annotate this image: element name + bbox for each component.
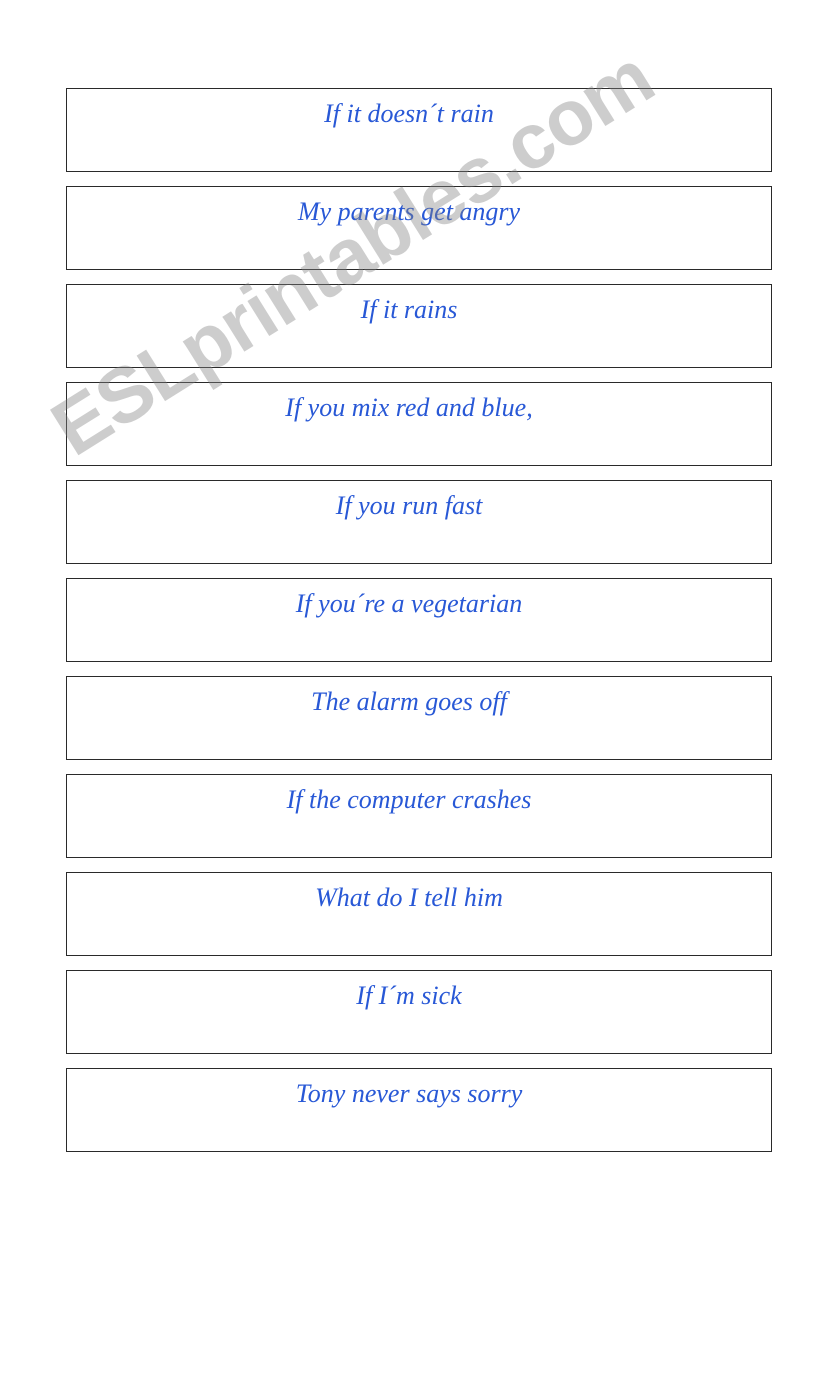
sentence-box: What do I tell him — [66, 872, 772, 956]
sentence-text: What do I tell him — [315, 881, 503, 915]
sentence-text: If it rains — [361, 293, 458, 327]
sentence-box: My parents get angry — [66, 186, 772, 270]
sentence-text: If I´m sick — [356, 979, 461, 1013]
sentence-box: If you run fast — [66, 480, 772, 564]
sentence-text: If you run fast — [336, 489, 483, 523]
sentence-box: If it doesn´t rain — [66, 88, 772, 172]
sentence-text: My parents get angry — [298, 195, 520, 229]
sentence-text: Tony never says sorry — [296, 1077, 523, 1111]
sentence-text: If you´re a vegetarian — [296, 587, 522, 621]
sentence-box: If you mix red and blue, — [66, 382, 772, 466]
sentence-box: If you´re a vegetarian — [66, 578, 772, 662]
sentence-text: If you mix red and blue, — [285, 391, 532, 425]
sentence-box: If the computer crashes — [66, 774, 772, 858]
worksheet-container: If it doesn´t rain My parents get angry … — [0, 0, 838, 1152]
sentence-box: Tony never says sorry — [66, 1068, 772, 1152]
sentence-box: If I´m sick — [66, 970, 772, 1054]
sentence-text: The alarm goes off — [311, 685, 507, 719]
sentence-box: The alarm goes off — [66, 676, 772, 760]
sentence-text: If it doesn´t rain — [324, 97, 494, 131]
sentence-box: If it rains — [66, 284, 772, 368]
sentence-text: If the computer crashes — [287, 783, 532, 817]
